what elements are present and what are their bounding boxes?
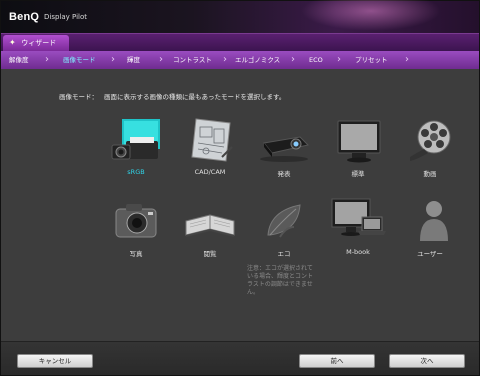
app-title: Display Pilot	[44, 13, 88, 21]
mode-label: sRGB	[127, 168, 145, 176]
chevron-right-icon: ›	[291, 54, 295, 65]
wizard-tab-label: ウィザード	[21, 39, 57, 47]
step-ergonomics[interactable]: エルゴノミクス	[235, 51, 280, 69]
instruction-label: 画像モード：	[59, 93, 98, 101]
footer: キャンセル 前へ 次へ	[1, 341, 479, 375]
chevron-right-icon: ›	[45, 54, 49, 65]
mode-photo[interactable]: 写真	[101, 197, 171, 258]
chevron-right-icon: ›	[159, 54, 163, 65]
previous-button[interactable]: 前へ	[299, 354, 375, 368]
brand-logo: BenQ	[9, 11, 40, 23]
wizard-strip: ✦ ウィザード	[1, 33, 479, 51]
mode-label: 動画	[423, 170, 437, 178]
step-brightness[interactable]: 輝度	[127, 51, 140, 69]
user-icon	[420, 201, 448, 241]
mode-standard[interactable]: 標準	[323, 117, 393, 178]
projector-icon	[260, 136, 309, 162]
chevron-right-icon: ›	[405, 54, 409, 65]
mode-label: 標準	[351, 170, 365, 178]
app-window: BenQ Display Pilot ✦ ウィザード 解像度 › 画像モード ›…	[0, 0, 480, 376]
instruction-text: 画面に表示する画像の種類に最もあったモードを選択します。	[104, 93, 286, 101]
mode-srgb[interactable]: sRGB	[101, 117, 171, 176]
instruction: 画像モード： 画面に表示する画像の種類に最もあったモードを選択します。	[59, 91, 285, 101]
blueprint-icon	[191, 118, 233, 162]
wand-icon: ✦	[9, 38, 16, 47]
cancel-button[interactable]: キャンセル	[17, 354, 93, 368]
film-reel-icon	[410, 120, 451, 161]
step-resolution[interactable]: 解像度	[9, 51, 29, 69]
wizard-steps: 解像度 › 画像モード › 輝度 › コントラスト › エルゴノミクス › EC…	[1, 51, 479, 69]
book-icon	[185, 214, 235, 237]
mode-eco[interactable]: エコ	[249, 197, 319, 258]
leaf-icon	[267, 204, 301, 238]
chevron-right-icon: ›	[223, 54, 227, 65]
mode-reading[interactable]: 閲覧	[175, 197, 245, 258]
mode-label: 閲覧	[203, 250, 217, 258]
mode-label: 発表	[277, 170, 291, 178]
mode-label: M-book	[346, 248, 370, 256]
step-picture-mode[interactable]: 画像モード	[63, 51, 96, 69]
content-panel: 画像モード： 画面に表示する画像の種類に最もあったモードを選択します。 sRGB	[1, 69, 479, 341]
mode-m-book[interactable]: M-book	[323, 197, 393, 256]
monitor-laptop-icon	[331, 198, 386, 236]
camera-icon	[115, 204, 157, 238]
title-glow	[301, 0, 441, 31]
wizard-tab[interactable]: ✦ ウィザード	[3, 35, 69, 51]
step-eco[interactable]: ECO	[309, 51, 323, 69]
mode-label: エコ	[277, 250, 291, 258]
mode-user[interactable]: ユーザー	[395, 197, 465, 258]
monitor-icon	[337, 120, 381, 163]
step-contrast[interactable]: コントラスト	[173, 51, 212, 69]
mode-label: 写真	[129, 250, 143, 258]
mode-label: CAD/CAM	[194, 168, 226, 176]
mode-label: ユーザー	[417, 250, 443, 258]
printer-camera-icon	[111, 119, 160, 160]
chevron-right-icon: ›	[337, 54, 341, 65]
chevron-right-icon: ›	[111, 54, 115, 65]
step-preset[interactable]: プリセット	[355, 51, 388, 69]
mode-cad-cam[interactable]: CAD/CAM	[175, 117, 245, 176]
title-bar: BenQ Display Pilot	[1, 0, 479, 33]
mode-movie[interactable]: 動画	[395, 117, 465, 178]
eco-note: 注意：エコが選択されている場合、輝度とコントラストの調節はできません。	[247, 265, 314, 296]
next-button[interactable]: 次へ	[389, 354, 465, 368]
mode-presentation[interactable]: 発表	[249, 117, 319, 178]
